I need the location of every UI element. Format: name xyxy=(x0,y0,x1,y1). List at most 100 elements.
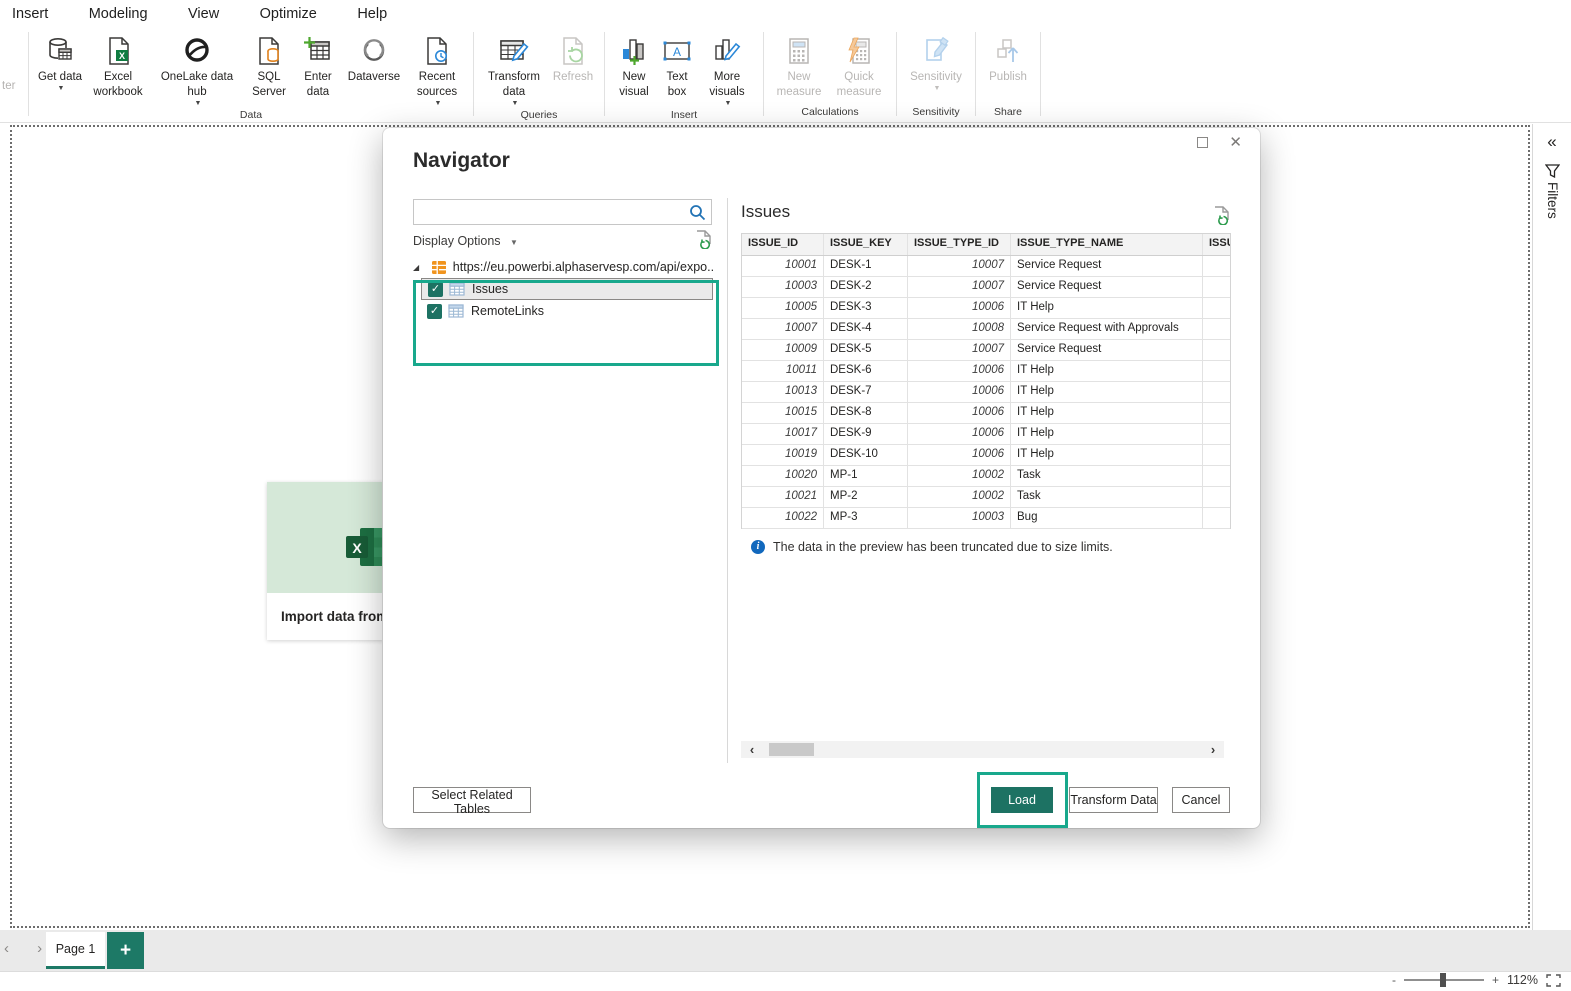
scrollbar-track[interactable] xyxy=(763,741,1202,758)
excel-workbook-button[interactable]: X Excel workbook xyxy=(85,28,151,100)
cell-issue-key: DESK-1 xyxy=(824,256,908,276)
group-label-sensitivity: Sensitivity xyxy=(903,104,969,122)
ribbon-group-data: Get data ▼ X Excel workbook OneLake data… xyxy=(31,28,471,122)
tab-page-1[interactable]: Page 1 xyxy=(46,932,105,969)
text-box-button[interactable]: A Text box xyxy=(657,28,697,100)
ribbon-group-queries: Transform data ▼ Refresh Queries xyxy=(476,28,602,122)
menu-view[interactable]: View xyxy=(188,6,219,22)
dataverse-button[interactable]: Dataverse xyxy=(341,28,407,85)
cell-issue-id: 10013 xyxy=(742,382,824,402)
cell-issue-type-id: 10007 xyxy=(908,256,1011,276)
cell-issue-key: DESK-9 xyxy=(824,424,908,444)
preview-table-header: ISSUE_ID ISSUE_KEY ISSUE_TYPE_ID ISSUE_T… xyxy=(742,234,1230,256)
column-header[interactable]: ISSUE_TYPE_ID xyxy=(908,234,1011,255)
table-name: RemoteLinks xyxy=(471,304,544,318)
cancel-button[interactable]: Cancel xyxy=(1172,787,1230,813)
scroll-right-icon[interactable]: › xyxy=(1202,742,1224,757)
menu-help[interactable]: Help xyxy=(357,6,387,22)
cell-issue-id: 10005 xyxy=(742,298,824,318)
preview-table-title: Issues xyxy=(741,202,790,222)
fit-to-page-icon[interactable] xyxy=(1546,974,1561,987)
cell-issue-key: MP-1 xyxy=(824,466,908,486)
expand-filters-icon[interactable]: « xyxy=(1533,132,1571,152)
cell-issue-key: DESK-10 xyxy=(824,445,908,465)
scroll-left-icon[interactable]: ‹ xyxy=(741,742,763,757)
table-row: 10017 DESK-9 10006 IT Help xyxy=(742,424,1230,445)
group-label-insert: Insert xyxy=(611,107,757,125)
cell-issue-type-name: Task xyxy=(1011,487,1203,507)
refresh-preview-icon[interactable] xyxy=(1213,206,1230,225)
transform-data-button[interactable]: Transform data ▼ xyxy=(480,28,548,107)
cell-issue-id: 10017 xyxy=(742,424,824,444)
cell-issue-id: 10003 xyxy=(742,277,824,297)
expand-triangle-icon[interactable]: ◢ xyxy=(413,263,425,272)
column-header[interactable]: ISSUE_ID xyxy=(742,234,824,255)
cell-issue-type-id: 10007 xyxy=(908,340,1011,360)
transform-data-button-dialog[interactable]: Transform Data xyxy=(1069,787,1158,813)
cell-issue-type-name: IT Help xyxy=(1011,424,1203,444)
import-data-card[interactable]: X Import data from xyxy=(267,482,384,640)
cell-issue-key: DESK-3 xyxy=(824,298,908,318)
display-options-dropdown[interactable]: Display Options ▼ xyxy=(413,234,518,248)
tree-item-remotelinks[interactable]: ✓ RemoteLinks xyxy=(421,300,713,322)
cell-empty xyxy=(1203,298,1231,318)
menu-optimize[interactable]: Optimize xyxy=(260,6,317,22)
cell-issue-key: DESK-5 xyxy=(824,340,908,360)
onelake-data-hub-button[interactable]: OneLake data hub ▼ xyxy=(151,28,243,107)
zoom-out-button[interactable]: - xyxy=(1392,973,1396,987)
filter-funnel-icon xyxy=(1545,164,1560,178)
excel-file-icon: X xyxy=(104,35,132,67)
sql-server-label: SQL Server xyxy=(243,70,295,100)
zoom-slider[interactable] xyxy=(1404,979,1484,981)
scrollbar-thumb[interactable] xyxy=(769,743,814,756)
refresh-icon xyxy=(559,35,587,67)
load-button[interactable]: Load xyxy=(991,787,1053,813)
column-header[interactable]: ISSUE_TYPE_NAME xyxy=(1011,234,1203,255)
select-related-tables-button[interactable]: Select Related Tables xyxy=(413,787,531,813)
sql-server-button[interactable]: SQL Server xyxy=(243,28,295,100)
recent-sources-button[interactable]: Recent sources ▼ xyxy=(407,28,467,107)
dialog-close-icon[interactable]: ✕ xyxy=(1229,133,1242,151)
zoom-slider-thumb[interactable] xyxy=(1440,973,1446,987)
cell-issue-type-name: Service Request xyxy=(1011,277,1203,297)
column-header[interactable]: ISSUE xyxy=(1203,234,1231,255)
zoom-level: 112% xyxy=(1507,973,1538,987)
checkbox-checked-icon[interactable]: ✓ xyxy=(427,304,442,319)
quick-measure-button: Quick measure xyxy=(828,28,890,100)
cell-empty xyxy=(1203,424,1231,444)
enter-data-button[interactable]: Enter data xyxy=(295,28,341,100)
refresh-preview-icon[interactable] xyxy=(695,230,712,249)
table-row: 10005 DESK-3 10006 IT Help xyxy=(742,298,1230,319)
menu-modeling[interactable]: Modeling xyxy=(89,6,148,22)
cell-issue-key: DESK-2 xyxy=(824,277,908,297)
excel-logo-icon: X xyxy=(344,526,384,568)
tree-source-node[interactable]: ◢ https://eu.powerbi.alphaservesp.com/ap… xyxy=(413,256,713,278)
dialog-maximize-button[interactable] xyxy=(1197,137,1208,148)
menu-insert[interactable]: Insert xyxy=(12,6,48,22)
chevron-down-icon: ▼ xyxy=(195,100,202,107)
cell-issue-type-id: 10006 xyxy=(908,403,1011,423)
enter-data-label: Enter data xyxy=(295,70,341,100)
zoom-in-button[interactable]: + xyxy=(1492,973,1499,987)
recent-sources-icon xyxy=(423,35,451,67)
horizontal-scrollbar[interactable]: ‹ › xyxy=(741,741,1224,758)
new-visual-button[interactable]: New visual xyxy=(611,28,657,100)
search-icon xyxy=(689,204,706,221)
chevron-down-icon: ▼ xyxy=(512,100,519,107)
cell-empty xyxy=(1203,277,1231,297)
checkbox-checked-icon[interactable]: ✓ xyxy=(428,282,443,297)
tree-item-issues[interactable]: ✓ Issues xyxy=(421,278,713,300)
excel-workbook-label: Excel workbook xyxy=(85,70,151,100)
more-visuals-button[interactable]: More visuals ▼ xyxy=(697,28,757,107)
svg-text:X: X xyxy=(119,51,125,61)
add-page-button[interactable]: + xyxy=(107,932,144,969)
cell-issue-type-name: IT Help xyxy=(1011,445,1203,465)
get-data-button[interactable]: Get data ▼ xyxy=(35,28,85,92)
search-input[interactable] xyxy=(414,200,684,224)
recent-sources-label: Recent sources xyxy=(407,70,467,100)
column-header[interactable]: ISSUE_KEY xyxy=(824,234,908,255)
svg-text:A: A xyxy=(673,45,681,59)
cell-issue-type-id: 10006 xyxy=(908,298,1011,318)
cell-issue-key: DESK-8 xyxy=(824,403,908,423)
table-row: 10013 DESK-7 10006 IT Help xyxy=(742,382,1230,403)
